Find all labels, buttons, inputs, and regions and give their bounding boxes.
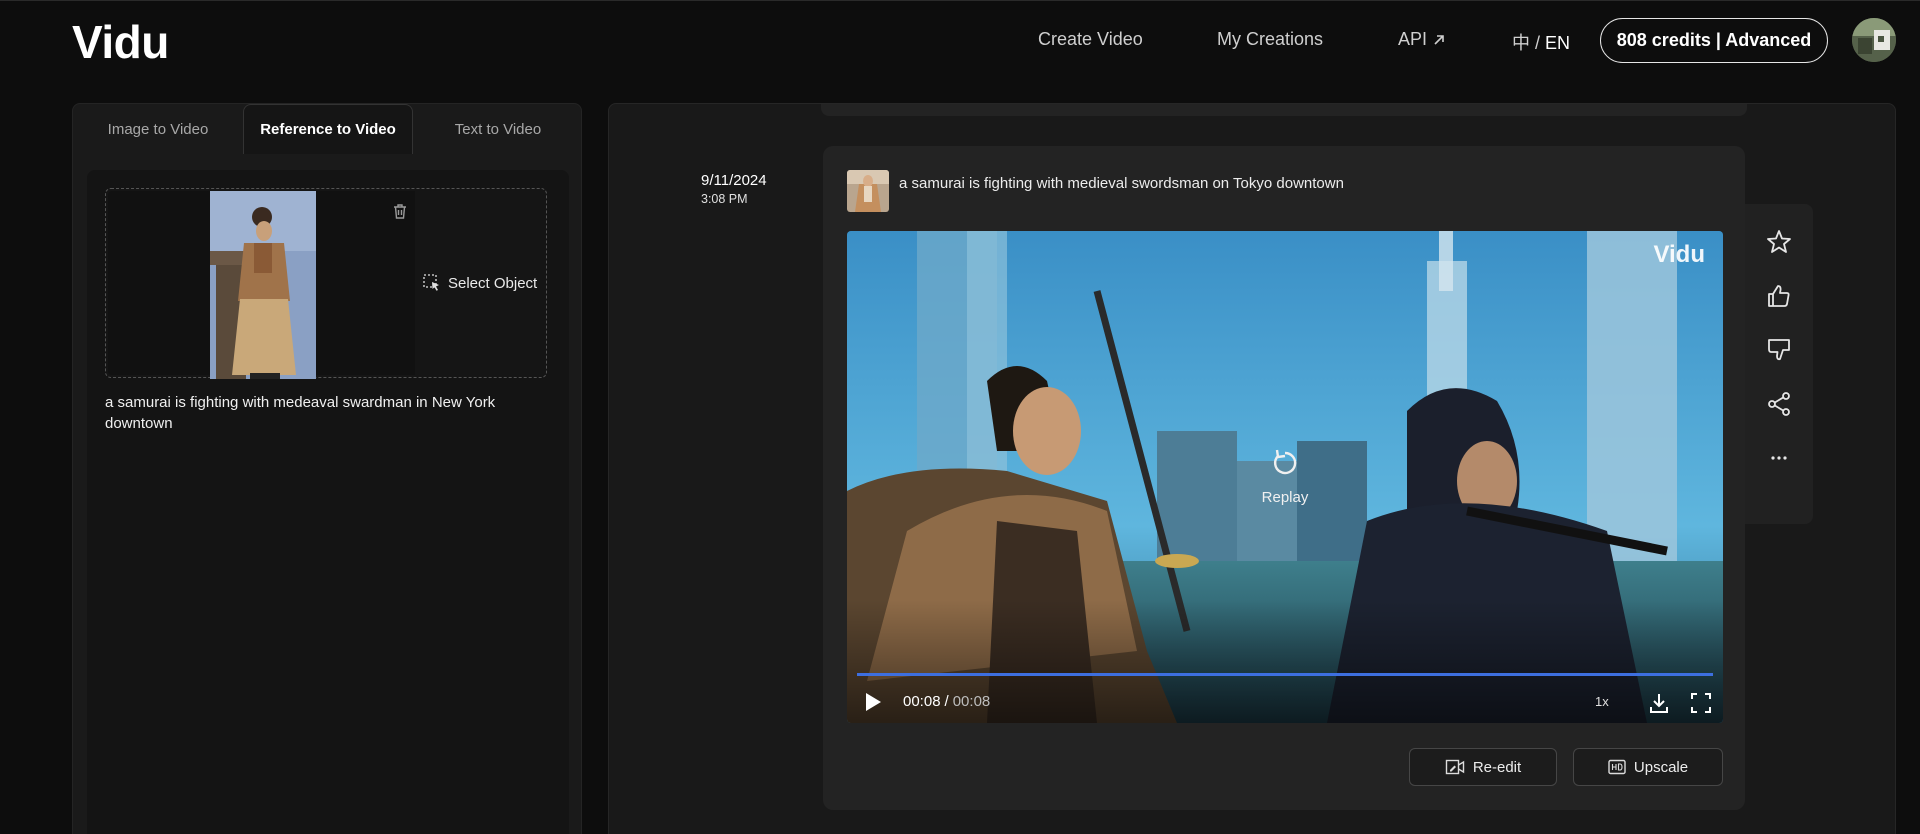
video-progress-bar[interactable]: [857, 673, 1713, 676]
video-controls: 00:08/00:08 1x: [847, 681, 1723, 723]
previous-card: [821, 104, 1747, 116]
play-icon: [866, 693, 881, 711]
prompt-text[interactable]: a samurai is fighting with medeaval swar…: [105, 392, 535, 434]
generation-date: 9/11/2024: [701, 172, 767, 189]
card-actions: [1745, 204, 1813, 524]
nav-create-video[interactable]: Create Video: [1038, 29, 1143, 50]
reference-form: Select Object a samurai is fighting with…: [87, 170, 569, 834]
like-button[interactable]: [1765, 282, 1793, 310]
share-button[interactable]: [1765, 390, 1793, 418]
total-time: 00:08: [952, 693, 991, 710]
credits-button[interactable]: 808 credits | Advanced: [1600, 18, 1828, 63]
lang-en[interactable]: EN: [1545, 33, 1570, 53]
download-icon: [1650, 694, 1668, 713]
left-panel: Image to Video Reference to Video Text t…: [72, 103, 582, 834]
reference-image: [210, 191, 316, 379]
reedit-button[interactable]: Re-edit: [1409, 748, 1557, 786]
more-options-button[interactable]: [1765, 444, 1793, 472]
fullscreen-button[interactable]: [1689, 691, 1713, 715]
avatar[interactable]: [1852, 18, 1896, 62]
trash-icon: [394, 204, 406, 219]
mode-tabs: Image to Video Reference to Video Text t…: [73, 104, 583, 154]
nav-api[interactable]: API: [1398, 29, 1445, 50]
dislike-button[interactable]: [1765, 336, 1793, 364]
video-player[interactable]: Vidu Replay 00:08/00:08 1x: [847, 231, 1723, 723]
video-watermark: Vidu: [1653, 241, 1705, 268]
generation-card: a samurai is fighting with medieval swor…: [823, 146, 1745, 810]
nav-my-creations[interactable]: My Creations: [1217, 29, 1323, 50]
hd-icon: [1608, 759, 1626, 775]
thumbs-up-icon: [1768, 285, 1790, 307]
replay-button[interactable]: Replay: [1247, 445, 1323, 506]
video-timecode: 00:08/00:08: [903, 693, 990, 710]
reedit-icon: [1445, 759, 1465, 775]
current-time: 00:08: [903, 693, 941, 710]
tab-text-to-video[interactable]: Text to Video: [413, 104, 583, 154]
tab-reference-to-video[interactable]: Reference to Video: [243, 104, 413, 154]
more-icon: [1771, 456, 1787, 460]
upscale-label: Upscale: [1633, 758, 1689, 776]
language-switcher[interactable]: 中 / EN: [1512, 29, 1570, 55]
avatar-image: [1852, 18, 1896, 62]
tab-image-to-video[interactable]: Image to Video: [73, 104, 243, 154]
vidu-logo[interactable]: Vidu: [72, 15, 169, 69]
time-separator: /: [944, 693, 949, 710]
thumbs-down-icon: [1768, 339, 1790, 361]
star-icon: [1767, 230, 1791, 253]
replay-label: Replay: [1261, 489, 1309, 506]
external-arrow-icon: [1434, 34, 1444, 45]
select-object-icon: [423, 274, 439, 291]
reference-image-slot: [108, 191, 415, 379]
favorite-button[interactable]: [1765, 228, 1793, 256]
delete-reference-button[interactable]: [390, 201, 410, 221]
reedit-label: Re-edit: [1472, 758, 1522, 776]
lang-separator: /: [1530, 33, 1546, 53]
fullscreen-icon: [1691, 693, 1711, 713]
select-object-button[interactable]: Select Object: [422, 273, 537, 293]
reference-upload-area[interactable]: Select Object: [105, 188, 547, 379]
top-bar: Vidu Create Video My Creations API 中 / E…: [0, 0, 1920, 80]
play-button[interactable]: [863, 691, 883, 713]
select-object-label: Select Object: [448, 274, 538, 292]
reference-thumbnail: [847, 170, 889, 212]
share-icon: [1768, 392, 1790, 416]
nav-api-label: API: [1398, 29, 1428, 49]
playback-speed[interactable]: 1x: [1595, 694, 1609, 709]
generation-time: 3:08 PM: [701, 192, 748, 206]
upscale-button[interactable]: Upscale: [1573, 748, 1723, 786]
lang-zh[interactable]: 中: [1512, 33, 1530, 53]
download-button[interactable]: [1647, 691, 1671, 715]
creations-feed: 9/11/2024 3:08 PM a samurai is fighting …: [608, 103, 1896, 834]
replay-icon: [1273, 449, 1297, 475]
generation-prompt: a samurai is fighting with medieval swor…: [899, 175, 1344, 192]
